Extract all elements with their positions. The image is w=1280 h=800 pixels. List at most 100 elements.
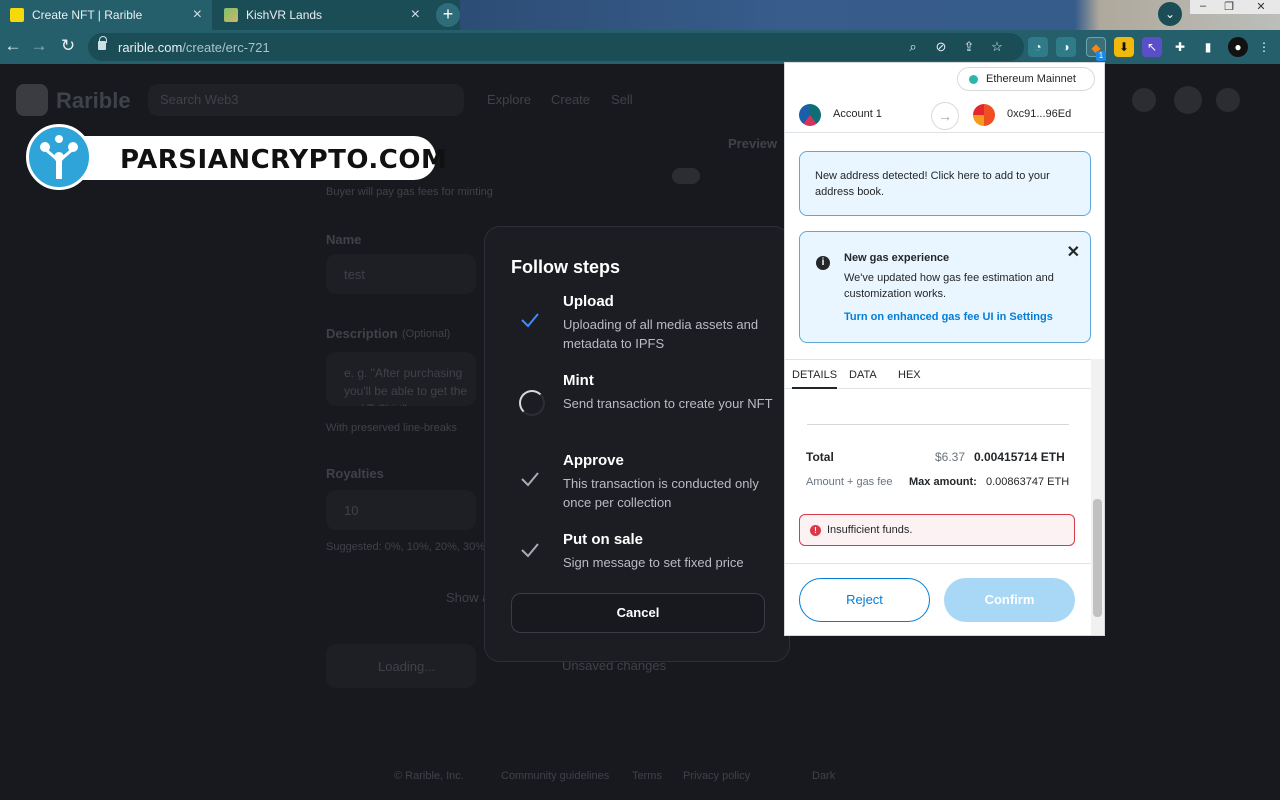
address-bar[interactable]: rarible.com/create/erc-721 ⌕ ⊘ ⇪ ☆ bbox=[88, 33, 1024, 61]
gas-settings-link[interactable]: Turn on enhanced gas fee UI in Settings bbox=[844, 311, 1053, 323]
max-amount-label: Max amount: bbox=[909, 476, 977, 488]
step-title: Put on sale bbox=[563, 531, 644, 548]
details-tabs: DETAILS DATA HEX bbox=[785, 359, 1091, 389]
watermark-logo-icon bbox=[26, 124, 92, 190]
back-icon[interactable]: ← bbox=[2, 35, 24, 57]
close-icon[interactable]: × bbox=[193, 6, 202, 24]
tab-create-nft[interactable]: Create NFT | Rarible × bbox=[0, 0, 212, 30]
account-name[interactable]: Account 1 bbox=[833, 108, 882, 120]
metamask-popup: Ethereum Mainnet Account 1 → 0xc91...96E… bbox=[784, 62, 1105, 636]
royalties-field[interactable]: 10 bbox=[326, 490, 476, 530]
side-panel-icon[interactable]: ▮ bbox=[1198, 37, 1218, 57]
extension-2-icon[interactable]: ◑ bbox=[1056, 37, 1076, 57]
toggle-switch[interactable] bbox=[672, 168, 700, 184]
minimize-icon[interactable]: – bbox=[1190, 0, 1216, 14]
kishvr-favicon-icon bbox=[224, 8, 238, 22]
footer-copyright: © Rarible, Inc. bbox=[394, 770, 464, 782]
max-amount-value: 0.00863747 ETH bbox=[986, 476, 1070, 488]
description-label: Description bbox=[326, 326, 398, 341]
download-extension-icon[interactable]: ⬇ bbox=[1114, 37, 1134, 57]
scrollbar-thumb[interactable] bbox=[1093, 499, 1102, 617]
restore-icon[interactable]: ❐ bbox=[1216, 0, 1242, 14]
cancel-button[interactable]: Cancel bbox=[511, 593, 765, 633]
royalties-label: Royalties bbox=[326, 466, 384, 481]
info-icon: i bbox=[816, 256, 830, 270]
scrollbar[interactable] bbox=[1091, 359, 1104, 635]
check-icon bbox=[521, 543, 539, 558]
reject-button[interactable]: Reject bbox=[799, 578, 930, 622]
close-icon[interactable]: × bbox=[411, 6, 420, 24]
gas-description: We've updated how gas fee estimation and… bbox=[844, 272, 1054, 300]
search-input[interactable]: Search Web3 bbox=[148, 84, 464, 116]
error-icon: ! bbox=[810, 525, 821, 536]
new-tab-button[interactable]: + bbox=[436, 3, 460, 27]
name-field[interactable]: test bbox=[326, 254, 476, 294]
close-icon[interactable]: ✕ bbox=[1067, 242, 1080, 262]
url-path: /create/erc-721 bbox=[182, 40, 270, 55]
footer-dark-toggle[interactable]: Dark bbox=[812, 770, 835, 782]
extensions-puzzle-icon[interactable]: ✚ bbox=[1170, 37, 1190, 57]
tab-strip: Create NFT | Rarible × KishVR Lands × + … bbox=[0, 0, 1280, 30]
tab-hex[interactable]: HEX bbox=[898, 369, 921, 381]
nav-create[interactable]: Create bbox=[551, 92, 590, 107]
eye-off-icon[interactable]: ⊘ bbox=[932, 38, 950, 56]
name-label: Name bbox=[326, 232, 362, 247]
show-advanced-link[interactable]: Show advanced settings bbox=[446, 590, 484, 605]
step-title: Mint bbox=[563, 372, 594, 389]
tab-kishvr-lands[interactable]: KishVR Lands × bbox=[214, 0, 430, 30]
footer-guidelines[interactable]: Community guidelines bbox=[501, 770, 609, 782]
tab-data[interactable]: DATA bbox=[849, 369, 877, 381]
extension-cursor-icon[interactable]: ↖ bbox=[1142, 37, 1162, 57]
recipient-address[interactable]: 0xc91...96Ed bbox=[1007, 108, 1071, 120]
new-address-notice[interactable]: New address detected! Click here to add … bbox=[799, 151, 1091, 216]
arrow-right-icon: → bbox=[931, 102, 959, 130]
user-avatar[interactable] bbox=[1174, 86, 1202, 114]
menu-kebab-icon[interactable]: ⋮ bbox=[1254, 37, 1274, 57]
footer-terms[interactable]: Terms bbox=[632, 770, 662, 782]
step-desc: Sign message to set fixed price bbox=[563, 555, 744, 570]
window-close-icon[interactable]: ✕ bbox=[1242, 0, 1280, 14]
footer-privacy[interactable]: Privacy policy bbox=[683, 770, 750, 782]
watermark-banner: PARSIANCRYPTO.COM bbox=[26, 124, 447, 190]
insufficient-funds-error: ! Insufficient funds. bbox=[799, 514, 1075, 546]
amount-gas-label: Amount + gas fee bbox=[806, 476, 893, 488]
tab-title: Create NFT | Rarible bbox=[32, 8, 143, 22]
forward-icon[interactable]: → bbox=[28, 35, 50, 57]
lightning-icon[interactable] bbox=[1132, 88, 1156, 112]
account-row: Account 1 → 0xc91...96Ed bbox=[785, 97, 1104, 133]
loading-button[interactable]: Loading... bbox=[326, 644, 476, 688]
description-field[interactable]: e. g. "After purchasing you'll be able t… bbox=[326, 352, 476, 406]
error-text: Insufficient funds. bbox=[827, 524, 913, 536]
tab-search-icon[interactable]: ⌄ bbox=[1158, 2, 1182, 26]
network-selector[interactable]: Ethereum Mainnet bbox=[957, 67, 1095, 91]
brand-name: Rarible bbox=[56, 88, 131, 113]
follow-steps-modal: Follow steps Upload Uploading of all med… bbox=[484, 226, 790, 662]
metamask-badge: 1 bbox=[1096, 51, 1106, 61]
url-text: rarible.com/create/erc-721 bbox=[118, 40, 270, 55]
nav-explore[interactable]: Explore bbox=[487, 92, 531, 107]
check-icon bbox=[521, 313, 539, 328]
network-name: Ethereum Mainnet bbox=[986, 73, 1076, 85]
divider bbox=[807, 424, 1069, 425]
extension-1-icon[interactable]: ◔ bbox=[1028, 37, 1048, 57]
total-label: Total bbox=[806, 450, 834, 464]
new-address-text: New address detected! Click here to add … bbox=[815, 170, 1050, 198]
name-value: test bbox=[344, 267, 365, 282]
divider bbox=[785, 563, 1091, 564]
nav-sell[interactable]: Sell bbox=[611, 92, 633, 107]
rarible-favicon-icon bbox=[10, 8, 24, 22]
confirm-button[interactable]: Confirm bbox=[944, 578, 1075, 622]
modal-title: Follow steps bbox=[511, 257, 621, 277]
tab-details[interactable]: DETAILS bbox=[792, 369, 838, 389]
share-icon[interactable]: ⇪ bbox=[960, 38, 978, 56]
blurred-window-area bbox=[460, 0, 1280, 30]
profile-avatar[interactable]: ● bbox=[1228, 37, 1248, 57]
account-avatar bbox=[799, 104, 821, 126]
bookmark-star-icon[interactable]: ☆ bbox=[988, 38, 1006, 56]
network-dot-icon bbox=[969, 75, 978, 84]
recipient-avatar bbox=[973, 104, 995, 126]
zoom-icon[interactable]: ⌕ bbox=[904, 38, 922, 56]
cart-icon[interactable] bbox=[1216, 88, 1240, 112]
reload-icon[interactable]: ↻ bbox=[57, 35, 79, 57]
free-minting-note: Buyer will pay gas fees for minting bbox=[326, 186, 493, 198]
